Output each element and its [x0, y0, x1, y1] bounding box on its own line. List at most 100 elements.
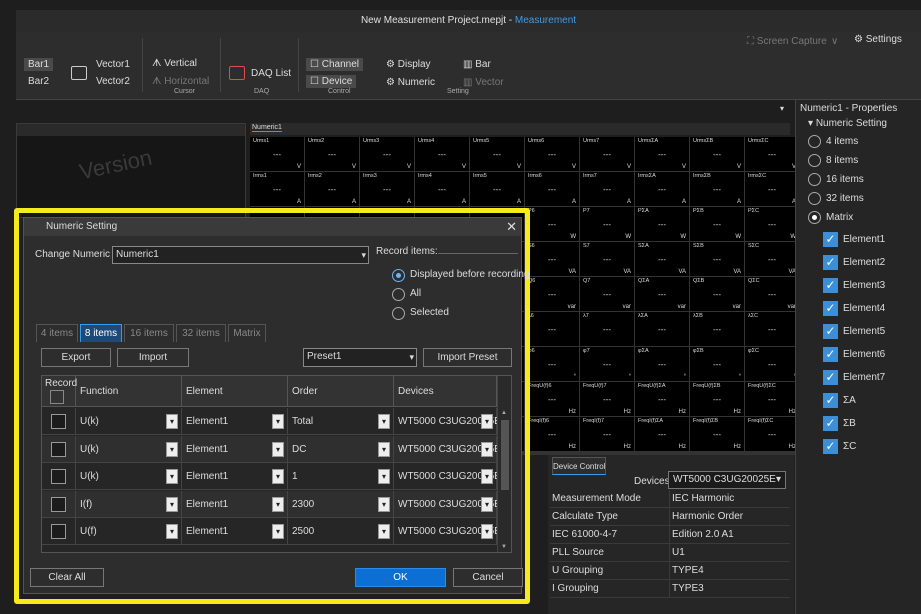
device-setting-value[interactable]: TYPE3	[670, 580, 704, 597]
numeric-cell[interactable]: Urms7 --- V	[580, 137, 634, 171]
element-cell[interactable]: Element1 ▾	[182, 518, 288, 545]
element-checkbox[interactable]: ✓ Element7	[823, 370, 917, 386]
numeric-cell[interactable]: UrmsΣC --- V	[745, 137, 799, 171]
element-checkbox[interactable]: ✓ ΣC	[823, 439, 917, 455]
device-setting-value[interactable]: TYPE4	[670, 562, 704, 579]
numeric-cell[interactable]: λ6 ---	[525, 312, 579, 346]
device-setting-value[interactable]: Edition 2.0 A1	[670, 526, 734, 543]
record-checkbox[interactable]	[51, 496, 66, 512]
tab-4-items[interactable]: 4 items	[36, 324, 78, 342]
tab-32-items[interactable]: 32 items	[176, 324, 226, 342]
numeric-cell[interactable]: FreqI(f)7 --- Hz	[580, 417, 634, 451]
tab-16-items[interactable]: 16 items	[124, 324, 174, 342]
device-setting-value[interactable]: U1	[670, 544, 685, 561]
numeric-cell[interactable]: FreqU(f)7 --- Hz	[580, 382, 634, 416]
bar1-button[interactable]: Bar1	[24, 58, 54, 71]
scrollbar-thumb[interactable]	[501, 420, 509, 490]
chevron-down-icon[interactable]: ▾	[166, 496, 178, 512]
device-cell[interactable]: WT5000 C3UG20025E ▾	[394, 490, 501, 518]
numeric-cell[interactable]: QΣC --- var	[745, 277, 799, 311]
numeric-cell[interactable]: λΣB ---	[690, 312, 744, 346]
numeric-cell[interactable]: Irms1 --- A	[250, 172, 304, 206]
order-cell[interactable]: 2300 ▾	[288, 490, 394, 518]
preset-select[interactable]: Preset1 ▾	[303, 348, 417, 367]
numeric-cell[interactable]: SΣC --- VA	[745, 242, 799, 276]
numeric-cell[interactable]: SΣA --- VA	[635, 242, 689, 276]
function-cell[interactable]: U(k) ▾	[76, 435, 182, 463]
vector2-button[interactable]: Vector2	[96, 76, 130, 87]
numeric-cell[interactable]: FreqU(f)ΣA --- Hz	[635, 382, 689, 416]
numeric-cell[interactable]: Irms6 --- A	[525, 172, 579, 206]
settings-button[interactable]: ⚙ Settings	[854, 34, 902, 45]
numeric-cell[interactable]: FreqI(f)ΣB --- Hz	[690, 417, 744, 451]
element-checkbox[interactable]: ✓ Element3	[823, 278, 917, 294]
chevron-down-icon[interactable]: ▾	[166, 441, 178, 457]
numeric-cell[interactable]: IrmsΣB --- A	[690, 172, 744, 206]
numeric-cell[interactable]: P7 --- W	[580, 207, 634, 241]
element-checkbox[interactable]: ✓ Element4	[823, 301, 917, 317]
import-button[interactable]: Import	[117, 348, 189, 367]
numeric-cell[interactable]: IrmsΣC --- A	[745, 172, 799, 206]
function-cell[interactable]: U(f) ▾	[76, 518, 182, 545]
chevron-down-icon[interactable]: ▾	[166, 524, 178, 539]
chevron-down-icon[interactable]: ▾	[378, 441, 390, 457]
chevron-down-icon[interactable]: ▾	[272, 469, 284, 484]
numeric-cell[interactable]: Urms1 --- V	[250, 137, 304, 171]
numeric-cell[interactable]: λ7 ---	[580, 312, 634, 346]
channel-button[interactable]: ☐ Channel	[306, 58, 364, 71]
numeric-cell[interactable]: S6 --- VA	[525, 242, 579, 276]
vector1-button[interactable]: Vector1	[96, 59, 130, 70]
devices-select[interactable]: WT5000 C3UG20025E	[668, 471, 786, 489]
device-cell[interactable]: WT5000 C3UG20025E ▾	[394, 435, 501, 463]
numeric-cell[interactable]: φΣA --- °	[635, 347, 689, 381]
numeric-cell[interactable]: P6 --- W	[525, 207, 579, 241]
scroll-up-icon[interactable]: ▲	[501, 410, 507, 416]
numeric-cell[interactable]: Urms4 --- V	[415, 137, 469, 171]
numeric-cell[interactable]: Irms4 --- A	[415, 172, 469, 206]
chevron-down-icon[interactable]: ▾	[378, 524, 390, 539]
record-checkbox[interactable]	[51, 414, 66, 429]
element-cell[interactable]: Element1 ▾	[182, 435, 288, 463]
chevron-down-icon[interactable]: ▾	[166, 414, 178, 429]
chevron-down-icon[interactable]: ▾	[481, 496, 493, 512]
numeric-cell[interactable]: φ7 --- °	[580, 347, 634, 381]
chevron-down-icon[interactable]: ▾	[272, 441, 284, 457]
numeric-cell[interactable]: λΣC ---	[745, 312, 799, 346]
numeric-cell[interactable]: Urms5 --- V	[470, 137, 524, 171]
record-checkbox[interactable]	[51, 441, 66, 457]
element-checkbox[interactable]: ✓ Element1	[823, 232, 917, 248]
scroll-down-icon[interactable]: ▼	[501, 544, 507, 550]
tab-8-items[interactable]: 8 items	[80, 324, 122, 342]
numeric-cell[interactable]: FreqI(f)ΣA --- Hz	[635, 417, 689, 451]
device-setting-value[interactable]: Harmonic Order	[670, 508, 743, 525]
numeric-cell[interactable]: S7 --- VA	[580, 242, 634, 276]
properties-radio-4-items[interactable]: 4 items	[808, 134, 918, 150]
daq-list-button[interactable]: DAQ List	[251, 68, 291, 79]
element-cell[interactable]: Element1 ▾	[182, 463, 288, 490]
display-button[interactable]: ⚙ Display	[386, 59, 431, 70]
numeric-cell[interactable]: PΣC --- W	[745, 207, 799, 241]
numeric-cell[interactable]: PΣA --- W	[635, 207, 689, 241]
chevron-down-icon[interactable]: ▾	[481, 441, 493, 457]
element-checkbox[interactable]: ✓ Element5	[823, 324, 917, 340]
properties-radio-16-items[interactable]: 16 items	[808, 172, 918, 188]
numeric-cell[interactable]: PΣB --- W	[690, 207, 744, 241]
element-cell[interactable]: Element1 ▾	[182, 490, 288, 518]
close-icon[interactable]: ✕	[506, 219, 517, 235]
import-preset-button[interactable]: Import Preset	[423, 348, 512, 367]
table-scrollbar[interactable]: ▲ ▼	[497, 376, 511, 552]
numeric-button[interactable]: ⚙ Numeric	[386, 77, 435, 88]
properties-radio-32-items[interactable]: 32 items	[808, 191, 918, 207]
numeric-cell[interactable]: QΣA --- var	[635, 277, 689, 311]
device-button[interactable]: ☐ Device	[306, 75, 357, 88]
device-cell[interactable]: WT5000 C3UG20025E ▾	[394, 463, 501, 490]
chevron-down-icon[interactable]: ▾	[378, 469, 390, 484]
numeric-cell[interactable]: FreqU(f)ΣC --- Hz	[745, 382, 799, 416]
vector-button[interactable]: ▥ Vector	[463, 77, 504, 88]
element-cell[interactable]: Element1 ▾	[182, 408, 288, 435]
numeric-cell[interactable]: Q7 --- var	[580, 277, 634, 311]
chevron-down-icon[interactable]: ▾	[378, 496, 390, 512]
numeric-cell[interactable]: Irms7 --- A	[580, 172, 634, 206]
numeric-cell[interactable]: FreqU(f)6 --- Hz	[525, 382, 579, 416]
chevron-down-icon[interactable]: ▾	[481, 469, 493, 484]
